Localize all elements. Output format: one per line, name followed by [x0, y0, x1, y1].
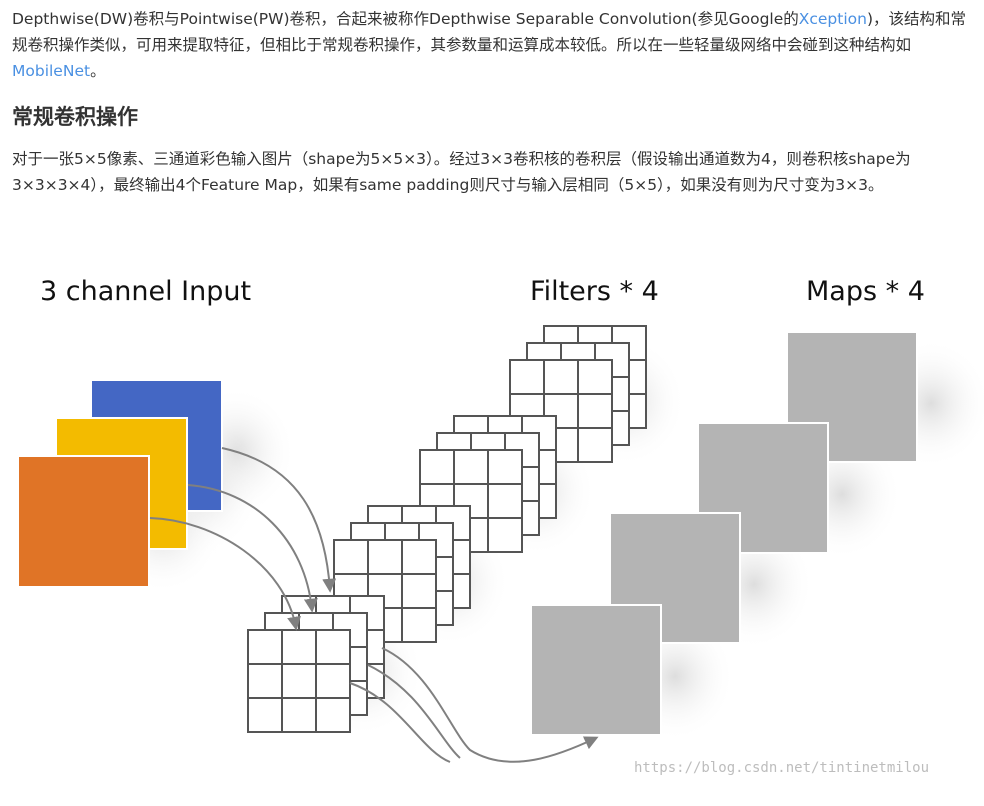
- xception-link[interactable]: Xception: [799, 10, 867, 28]
- intro-text: Depthwise(DW)卷积与Pointwise(PW)卷积，合起来被称作De…: [12, 10, 799, 28]
- mobilenet-link[interactable]: MobileNet: [12, 62, 90, 80]
- intro-text: 。: [90, 62, 106, 80]
- input-label: 3 channel Input: [40, 276, 251, 307]
- watermark: https://blog.csdn.net/tintinetmilou: [634, 760, 929, 776]
- convolution-diagram: 3 channel Input Filters * 4 Maps * 4 htt…: [17, 276, 984, 776]
- filters-label: Filters * 4: [530, 276, 659, 307]
- intro-paragraph: Depthwise(DW)卷积与Pointwise(PW)卷积，合起来被称作De…: [12, 6, 974, 84]
- feature-map-4: [530, 604, 662, 736]
- filter-4-layer-3: [247, 629, 351, 733]
- section-heading: 常规卷积操作: [12, 105, 138, 129]
- section-paragraph: 对于一张5×5像素、三通道彩色输入图片（shape为5×5×3）。经过3×3卷积…: [12, 150, 911, 194]
- input-channel-3: [17, 455, 150, 588]
- maps-label: Maps * 4: [806, 276, 925, 307]
